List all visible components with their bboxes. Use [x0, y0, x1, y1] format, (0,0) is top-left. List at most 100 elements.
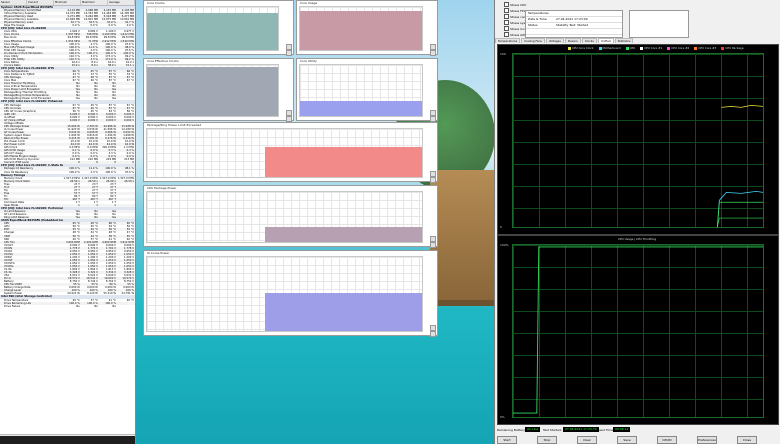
action-button[interactable]: Close	[737, 436, 757, 444]
sensor-value: No	[76, 304, 80, 308]
usage-legend: CPU Usage | CPU Throttling	[618, 237, 657, 241]
checkbox-icon[interactable]	[504, 26, 509, 31]
graph-window[interactable]: IA Cores Power	[143, 250, 438, 337]
sensor-value: 15.1 x	[125, 63, 135, 67]
legend-item[interactable]: Motherboard	[598, 46, 621, 50]
sensor-value: 1	[78, 204, 80, 208]
y-axis-min-label: 0	[500, 225, 502, 229]
legend-item[interactable]: CPU Core #3	[694, 46, 716, 50]
action-button[interactable]: Save	[617, 436, 637, 444]
usage-max-label: 100%	[500, 243, 509, 247]
legend-item[interactable]: CPU Core #2	[667, 46, 689, 50]
legend-label: CPU Package	[725, 46, 744, 50]
sensor-value: 55.310 W	[103, 292, 116, 296]
checkbox-icon[interactable]	[504, 8, 509, 13]
sensor-value: 15.0 x	[71, 63, 80, 67]
sensor-value: 100.0 %	[69, 170, 80, 174]
sensor-table-body[interactable]: System: ASUS ExpertBook B9450FA Physical …	[0, 6, 135, 308]
graph-window[interactable]: Package/Ring Power Limit Exceeded	[143, 122, 438, 183]
chart-tab[interactable]: Voltages	[545, 38, 564, 43]
sensor-row[interactable]: Drive Failure No No No	[0, 305, 135, 308]
hwinfo-sensor-panel: Sensor Current Minimum Maximum Average Syste…	[0, 0, 136, 444]
graph-fill	[265, 147, 422, 177]
checkbox-icon[interactable]	[504, 32, 509, 37]
usage-trace	[513, 246, 763, 414]
chart-tab[interactable]: Cooling Fans	[521, 38, 545, 43]
usage-min-label: 0%	[500, 415, 505, 419]
stress-checkbox[interactable]: Stress CPU	[504, 2, 526, 7]
graph-close-button[interactable]	[430, 331, 436, 337]
graph-close-button[interactable]	[430, 242, 436, 248]
graph-close-button[interactable]	[430, 177, 436, 183]
checkbox-icon[interactable]	[504, 14, 509, 19]
cpu-usage-line	[513, 246, 763, 414]
sensor-value: Yes	[75, 97, 80, 101]
cpu-temp-line	[716, 201, 763, 228]
graph-window[interactable]: CPU Package Power	[143, 185, 438, 248]
column-header[interactable]: Average	[108, 0, 135, 5]
action-button[interactable]: CPUID	[657, 436, 677, 444]
chart-tab[interactable]: Clocks	[581, 38, 597, 43]
chart-tab[interactable]: Statistics	[614, 38, 634, 43]
legend-item[interactable]: CPU Core #1	[640, 46, 662, 50]
graph-plot	[146, 256, 423, 332]
action-button[interactable]: Stop	[537, 436, 557, 444]
graph-window[interactable]: Core Clocks	[143, 0, 294, 56]
sensor-value: 2.3 %	[90, 170, 98, 174]
chart-grid	[512, 53, 764, 228]
status-info-table: Temperatures Date & Time 27.04.2021 17:23:…	[525, 10, 623, 41]
info-key: Date & Time	[528, 17, 547, 21]
graph-close-button[interactable]	[430, 50, 436, 56]
graph-fill	[265, 227, 422, 242]
graph-plot	[299, 6, 423, 51]
chart-tab[interactable]: Unified	[597, 38, 614, 43]
column-header[interactable]: Minimum	[54, 0, 81, 5]
graph-window[interactable]: Core Usage	[296, 0, 438, 56]
graph-fill	[147, 13, 278, 50]
chart-tab[interactable]: Powers	[564, 38, 581, 43]
chart-tab[interactable]: Temperatures	[495, 38, 521, 43]
info-value: 27.04.2021 17:23:09	[556, 17, 588, 21]
stress-checkbox[interactable]: Stress FPU	[504, 8, 526, 13]
sensor-value: 24.781 W	[121, 292, 135, 296]
info-key	[528, 29, 556, 34]
sensor-value: No	[94, 304, 98, 308]
graph-fill	[300, 100, 422, 116]
graph-fill	[147, 67, 278, 116]
cpu-usage-chart: CPU Usage | CPU Throttling 100% 0%	[497, 235, 779, 425]
checkbox-icon[interactable]	[504, 20, 509, 25]
stability-test-window: Stress CPU Stress FPU Stress cache Stress s…	[494, 0, 780, 444]
status-info-values	[629, 10, 689, 38]
action-button[interactable]: Start	[497, 436, 517, 444]
status-bar: Remaining Battery: AC Line Test Started:…	[495, 425, 780, 444]
column-header[interactable]: Sensor	[0, 0, 27, 5]
legend-item[interactable]: CPU	[625, 46, 635, 50]
temperature-trace	[716, 105, 764, 228]
graph-close-button[interactable]	[286, 50, 292, 56]
checkbox-icon[interactable]	[504, 2, 509, 7]
graph-window[interactable]: Core Utility	[296, 58, 438, 122]
checkbox-label: Stress FPU	[510, 8, 526, 13]
action-button[interactable]: Clear	[577, 436, 597, 444]
legend-label: CPU Core #1	[644, 46, 663, 50]
action-button[interactable]: Preferences	[697, 436, 717, 444]
legend-item[interactable]: CPU Core Clock	[568, 46, 594, 50]
sensor-value: 24.521 W	[67, 292, 80, 296]
column-header[interactable]: Current	[27, 0, 54, 5]
sensor-value: Yes	[111, 216, 116, 220]
checkbox-label: Stress CPU	[510, 2, 527, 7]
chart-legend: CPU Core Clock Motherboard CPU CPU Core #1 C…	[568, 46, 744, 50]
legend-swatch	[667, 46, 671, 50]
info-key: Status	[528, 23, 538, 27]
sensor-value: 0	[114, 161, 116, 165]
beach-hut-image	[430, 170, 495, 300]
legend-swatch	[625, 46, 629, 50]
graph-fill	[265, 292, 422, 331]
elapsed-label: Elapsed Time:	[593, 428, 615, 432]
legend-item[interactable]: CPU Package	[721, 46, 744, 50]
legend-swatch	[568, 46, 571, 50]
battery-label: Remaining Battery:	[497, 428, 526, 432]
sensor-value: 0.0 %	[72, 24, 80, 28]
column-header[interactable]: Maximum	[81, 0, 108, 5]
graph-window[interactable]: Core Effective Clocks	[143, 58, 294, 122]
